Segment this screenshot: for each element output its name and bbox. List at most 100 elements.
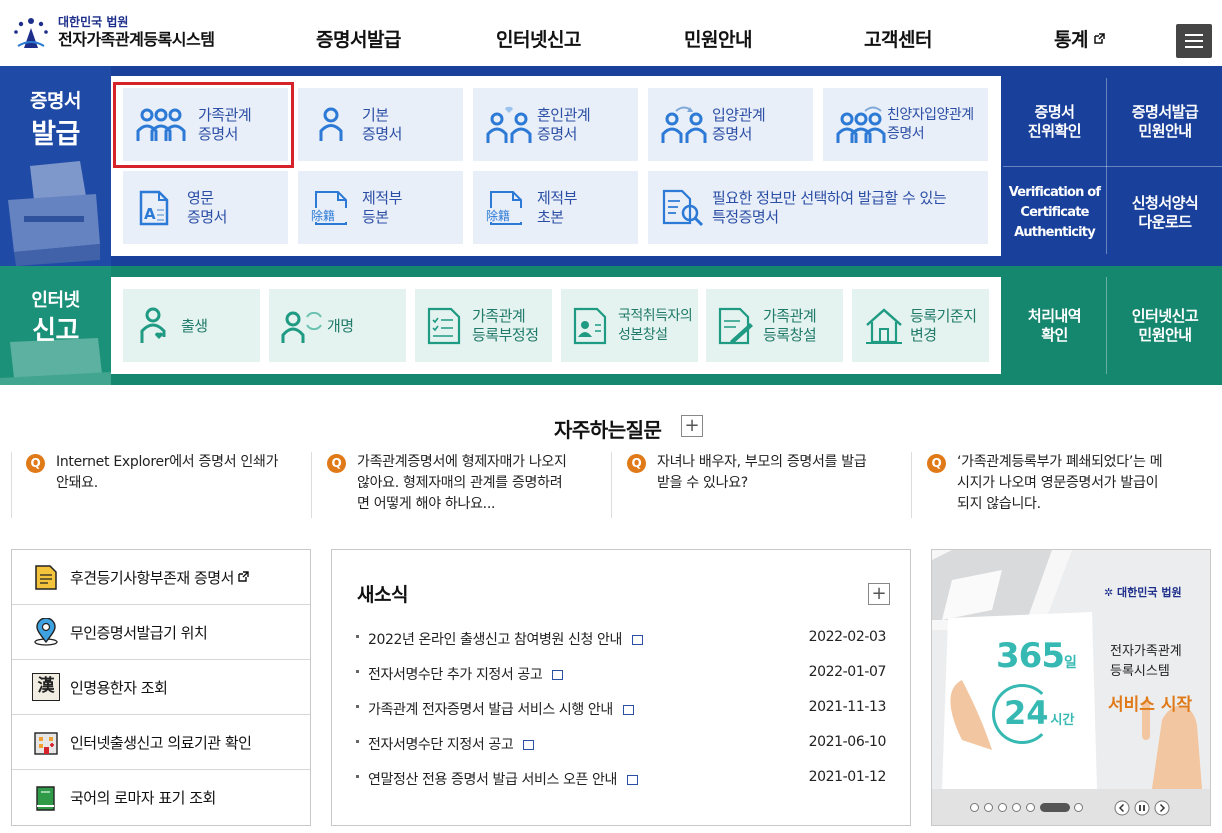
document-icon: [523, 740, 535, 750]
site-logo[interactable]: 대한민국 법원 전자가족관계등록시스템: [10, 10, 250, 56]
org-name: 대한민국 법원: [58, 15, 129, 29]
menu-icon-bar: [1185, 46, 1203, 48]
news-item[interactable]: 전자서명수단 지정서 공고 2021-06-10: [356, 734, 886, 756]
tile-marriage-cert[interactable]: 혼인관계 증명서: [473, 88, 638, 161]
divider: [1106, 277, 1107, 374]
tile-removed-register-extract[interactable]: 除籍 제적부 초본: [473, 171, 638, 244]
tile-full-adoption-cert[interactable]: 친양자입양관계 증명서: [823, 88, 988, 161]
news-title: 새소식: [357, 584, 408, 606]
link-process-history[interactable]: 처리내역 확인: [1003, 277, 1106, 374]
couple-heart-icon: [486, 106, 532, 143]
news-item-date: 2021-06-10: [808, 734, 887, 750]
document-icon: [626, 775, 638, 785]
issue-caption-2: 발급: [31, 119, 80, 150]
pager-dot-active[interactable]: [1040, 803, 1070, 812]
issue-caption: 증명서 발급: [0, 66, 111, 266]
quick-romanization[interactable]: 국어의 로마자 표기 조회: [12, 770, 310, 825]
faq-item[interactable]: Q 가족관계증명서에 형제자매가 나오지 않아요. 형제자매의 관계를 증명하려 면…: [327, 452, 617, 518]
link-verification-english[interactable]: Verification of Certificate Authenticity: [1003, 168, 1106, 258]
q-icon: Q: [927, 454, 946, 473]
removed-register-document-icon: 除籍: [485, 190, 529, 225]
quick-guardianship-cert[interactable]: 후견등기사항부존재 증명서: [12, 550, 310, 605]
tile-birth-report[interactable]: 출생: [123, 289, 260, 362]
tile-basic-cert[interactable]: 기본 증명서: [298, 88, 463, 161]
tile-name-change[interactable]: 개명: [269, 289, 406, 362]
person-refresh-icon: [281, 311, 322, 343]
tile-specific-cert[interactable]: 필요한 정보만 선택하여 발급할 수 있는 특정증명서: [648, 171, 988, 244]
report-caption: 인터넷 신고: [0, 266, 111, 385]
tile-label: 제적부 초본: [537, 189, 577, 226]
divider: [911, 452, 912, 518]
report-caption-1: 인터넷: [31, 290, 80, 311]
pager-dot[interactable]: [998, 803, 1007, 812]
faq-question: 자녀나 배우자, 부모의 증명서를 발급 받을 수 있나요?: [657, 454, 867, 491]
hospital-building-icon: [34, 732, 58, 755]
system-name: 전자가족관계등록시스템: [58, 30, 215, 49]
divider: [611, 452, 612, 518]
nav-certificate-issue[interactable]: 증명서발급: [316, 28, 401, 52]
nav-customer-center[interactable]: 고객센터: [864, 28, 932, 52]
tile-adoption-cert[interactable]: 입양관계 증명서: [648, 88, 813, 161]
laptop-icon: [0, 338, 111, 385]
hanja-label: 除籍: [311, 208, 335, 223]
news-item[interactable]: 2022년 온라인 출생신고 참여병원 신청 안내 2022-02-03: [356, 629, 886, 651]
tile-label: 개명: [327, 317, 354, 335]
pager-dot[interactable]: [1026, 803, 1035, 812]
tile-label: 혼인관계 증명서: [537, 106, 591, 143]
header: 대한민국 법원 전자가족관계등록시스템 증명서발급 인터넷신고 민원안내 고객센…: [0, 0, 1222, 66]
bullet: [356, 740, 359, 743]
quick-link-label: 인터넷출생신고 의료기관 확인: [70, 733, 252, 752]
tile-label: 출생: [181, 317, 208, 335]
document-icon: [622, 705, 634, 715]
news-item-title: 전자서명수단 지정서 공고: [368, 734, 535, 754]
faq-item[interactable]: Q Internet Explorer에서 증명서 인쇄가 안돼요.: [26, 452, 316, 518]
banner-24-number: 24 시간: [1004, 694, 1075, 732]
link-form-download[interactable]: 신청서양식 다운로드: [1108, 168, 1222, 258]
nav-statistics[interactable]: 통계: [1054, 28, 1105, 52]
pager-dot[interactable]: [1074, 803, 1083, 812]
news-item-title: 연말정산 전용 증명서 발급 서비스 오픈 안내: [368, 769, 638, 789]
tile-register-correction[interactable]: 가족관계 등록부정정: [415, 289, 552, 362]
news-item-date: 2022-02-03: [808, 629, 887, 645]
pager-dot[interactable]: [984, 803, 993, 812]
pager-dot[interactable]: [970, 803, 979, 812]
tile-base-address-change[interactable]: 등록기준지 변경: [852, 289, 989, 362]
quick-kiosk-location[interactable]: 무인증명서발급기 위치: [12, 605, 310, 660]
link-cert-authenticity[interactable]: 증명서 진위확인: [1003, 78, 1106, 166]
faq-item[interactable]: Q 자녀나 배우자, 부모의 증명서를 발급 받을 수 있나요?: [627, 452, 917, 518]
banner-365-days: 365일: [996, 636, 1077, 676]
nav-civil-guide[interactable]: 민원안내: [684, 28, 752, 52]
external-link-icon: [238, 570, 249, 582]
faq-item[interactable]: Q ‘가족관계등록부가 폐쇄되었다’는 메 시지가 나오며 영문증명서가 발급이 되…: [927, 452, 1217, 518]
menu-icon: [1185, 34, 1203, 36]
adoption-people-icon: [661, 106, 707, 143]
news-item[interactable]: 가족관계 전자증명서 발급 서비스 시행 안내 2021-11-13: [356, 699, 886, 721]
q-icon: Q: [26, 454, 45, 473]
faq-more-button[interactable]: +: [681, 415, 703, 437]
link-report-guide[interactable]: 인터넷신고 민원안내: [1108, 277, 1222, 374]
bullet: [356, 635, 359, 638]
news-item[interactable]: 연말정산 전용 증명서 발급 서비스 오픈 안내 2021-01-12: [356, 769, 886, 791]
banner-org: ✲ 대한민국 법원: [1104, 586, 1182, 599]
pager-dot[interactable]: [1012, 803, 1021, 812]
prev-arrow-icon[interactable]: [1114, 800, 1130, 816]
pause-icon[interactable]: [1134, 800, 1150, 816]
quick-hospital-check[interactable]: 인터넷출생신고 의료기관 확인: [12, 715, 310, 770]
tile-english-cert[interactable]: A 영문 증명서: [123, 171, 288, 244]
tile-label: 친양자입양관계 증명서: [887, 107, 974, 142]
link-cert-issue-guide[interactable]: 증명서발급 민원안내: [1108, 78, 1222, 166]
news-more-button[interactable]: +: [868, 583, 890, 605]
tile-register-creation[interactable]: 가족관계 등록창설: [706, 289, 843, 362]
quick-link-label: 무인증명서발급기 위치: [70, 623, 208, 642]
nav-internet-report[interactable]: 인터넷신고: [496, 28, 581, 52]
tile-label: 영문 증명서: [187, 189, 227, 226]
quick-name-hanja[interactable]: 漢 인명용한자 조회: [12, 660, 310, 715]
tile-naturalized-surname[interactable]: 국적취득자의 성본창설: [561, 289, 698, 362]
tile-removed-register-copy[interactable]: 除籍 제적부 등본: [298, 171, 463, 244]
hamburger-menu-button[interactable]: [1176, 24, 1212, 58]
promo-banner[interactable]: ✲ 대한민국 법원 365일 24 시간 전자가족관계 등록시스템 서비스 시작: [931, 549, 1211, 826]
news-item[interactable]: 전자서명수단 추가 지정서 공고 2022-01-07: [356, 664, 886, 686]
tile-label: 입양관계 증명서: [712, 106, 766, 143]
next-arrow-icon[interactable]: [1154, 800, 1170, 816]
tile-label: 가족관계 등록부정정: [472, 307, 539, 344]
